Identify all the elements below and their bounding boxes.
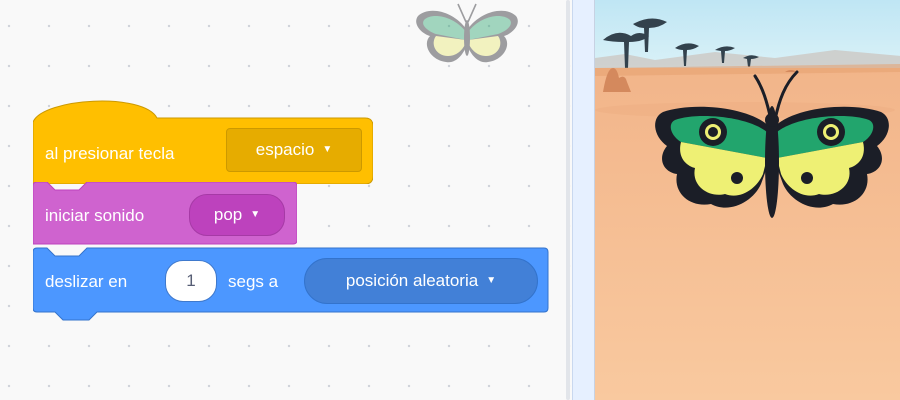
glide-label: deslizar en bbox=[45, 272, 128, 291]
chevron-down-icon: ▼ bbox=[250, 209, 261, 220]
sound-option-value: pop bbox=[213, 205, 243, 224]
workspace-scrollbar[interactable] bbox=[566, 0, 570, 400]
glide-secs-to-label: segs a bbox=[228, 272, 279, 291]
key-option-dropdown[interactable]: espacio ▼ bbox=[226, 128, 362, 172]
when-key-pressed-label: al presionar tecla bbox=[45, 144, 175, 163]
glide-block[interactable]: deslizar en 1 segs a posición aleatoria … bbox=[33, 246, 549, 326]
chevron-down-icon: ▼ bbox=[486, 275, 497, 286]
when-key-pressed-block[interactable]: al presionar tecla espacio ▼ bbox=[33, 96, 373, 184]
glide-target-dropdown[interactable]: posición aleatoria ▼ bbox=[304, 258, 538, 304]
start-sound-block[interactable]: iniciar sonido pop ▼ bbox=[33, 182, 297, 248]
glide-seconds-input[interactable]: 1 bbox=[165, 260, 217, 302]
key-option-value: espacio bbox=[255, 140, 315, 159]
panel-divider bbox=[572, 0, 595, 400]
glide-target-value: posición aleatoria bbox=[345, 271, 479, 290]
butterfly-icon bbox=[416, 3, 518, 63]
sound-option-dropdown[interactable]: pop ▼ bbox=[189, 194, 285, 236]
chevron-down-icon: ▼ bbox=[322, 144, 333, 155]
stage[interactable] bbox=[594, 0, 900, 400]
savanna-backdrop bbox=[595, 0, 900, 400]
start-sound-label: iniciar sonido bbox=[45, 206, 145, 225]
